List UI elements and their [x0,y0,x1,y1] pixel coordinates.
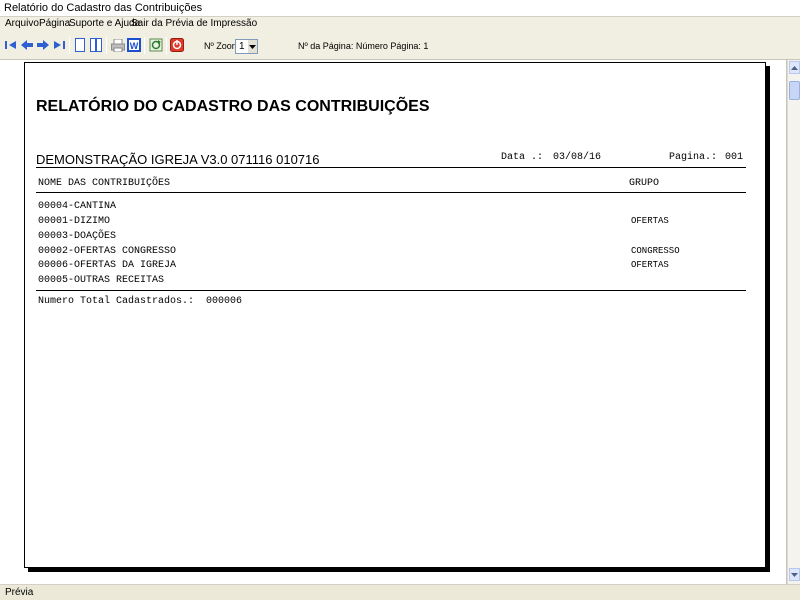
zoom-label: Nº Zoom [204,41,240,51]
menu-arquivo[interactable]: Arquivo [5,18,39,29]
previous-page-button[interactable] [19,37,35,53]
next-page-button[interactable] [35,37,51,53]
previous-page-icon [21,40,33,50]
row-name: 00006-OFERTAS DA IGREJA [38,260,177,271]
toolbar: W Nº Zoom Nº da Página: Número Página: 1 [0,32,800,60]
column-header-name: NOME DAS CONTRIBUIÇÕES [38,178,171,189]
first-page-button[interactable] [3,37,19,53]
menu-pagina[interactable]: Página [39,18,70,29]
column-header-group: GRUPO [629,178,660,189]
report-page-number: 001 [725,152,744,163]
title-bar: Relatório do Cadastro das Contribuições [0,0,800,17]
preview-viewport[interactable]: RELATÓRIO DO CADASTRO DAS CONTRIBUIÇÕES … [0,60,787,584]
scroll-up-button[interactable] [789,61,800,74]
single-page-icon [75,38,85,52]
company-name: DEMONSTRAÇÃO IGREJA V3.0 071116 010716 [36,152,320,167]
row-group: OFERTAS [631,260,669,270]
chevron-down-icon [791,572,798,577]
row-group: CONGRESSO [631,246,680,256]
two-pages-icon [90,38,102,52]
last-page-icon [54,41,65,49]
svg-text:W: W [130,41,139,51]
word-export-icon: W [127,38,141,52]
word-export-button[interactable]: W [126,37,142,53]
scroll-thumb[interactable] [789,81,800,100]
row-name: 00004-CANTINA [38,201,117,212]
status-text: Prévia [5,587,34,598]
row-name: 00001-DIZIMO [38,216,111,227]
first-page-icon [5,41,16,49]
menu-suporte[interactable]: Suporte e Ajuda [69,18,140,29]
stop-button[interactable] [169,37,185,53]
report-page: RELATÓRIO DO CADASTRO DAS CONTRIBUIÇÕES … [24,62,766,568]
two-pages-button[interactable] [88,37,104,53]
divider [36,290,746,291]
single-page-button[interactable] [72,37,88,53]
zoom-select[interactable]: 1 [235,39,258,54]
status-bar: Prévia [0,584,800,600]
menu-bar: Arquivo Página Suporte e Ajuda Sair da P… [0,17,800,32]
chevron-up-icon [791,65,798,70]
last-page-button[interactable] [51,37,67,53]
total-label: Numero Total Cadastrados.: [38,296,195,307]
row-name: 00003-DOAÇÕES [38,231,117,242]
chevron-down-icon [248,40,257,53]
refresh-icon [149,38,163,52]
row-name: 00002-OFERTAS CONGRESSO [38,246,177,257]
divider [36,192,746,193]
stop-icon [170,38,184,52]
row-name: 00005-OUTRAS RECEITAS [38,275,165,286]
page-label: Pagina.: [669,152,718,163]
report-title: RELATÓRIO DO CADASTRO DAS CONTRIBUIÇÕES [36,98,430,115]
report-date: 03/08/16 [553,152,602,163]
next-page-icon [37,40,49,50]
print-icon [111,38,125,52]
refresh-button[interactable] [148,37,164,53]
vertical-scrollbar[interactable] [787,60,800,584]
date-label: Data .: [501,152,544,163]
page-number-info: Nº da Página: Número Página: 1 [298,41,429,51]
window-title: Relatório do Cadastro das Contribuições [4,2,203,14]
menu-sair[interactable]: Sair da Prévia de Impressão [131,18,257,29]
scroll-down-button[interactable] [789,568,800,581]
zoom-value: 1 [239,41,245,52]
row-group: OFERTAS [631,216,669,226]
total-count: 000006 [206,296,243,307]
divider [36,167,746,168]
print-button[interactable] [110,37,126,53]
